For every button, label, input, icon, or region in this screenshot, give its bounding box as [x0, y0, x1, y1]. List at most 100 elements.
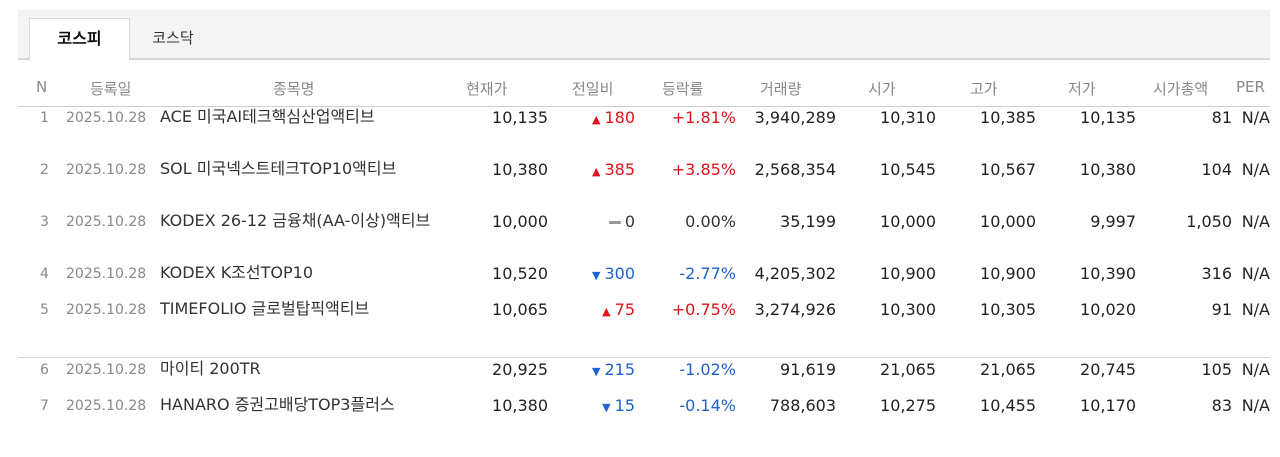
row-date: 2025.10.28: [66, 266, 147, 282]
col-no[interactable]: N: [36, 78, 47, 96]
row-change-value: 180: [604, 108, 635, 127]
row-open: 10,275: [880, 396, 936, 415]
row-mcap: 1,050: [1186, 212, 1232, 231]
tab-kospi[interactable]: 코스피: [29, 18, 130, 61]
row-low: 10,135: [1080, 108, 1136, 127]
row-per: N/A: [1241, 212, 1270, 231]
row-volume: 3,940,289: [754, 108, 836, 127]
row-rate: +1.81%: [671, 108, 736, 127]
row-change-value: 300: [604, 264, 635, 283]
down-triangle-icon: ▼: [591, 269, 601, 282]
row-name-link[interactable]: KODEX K조선TOP10: [160, 260, 435, 286]
tab-kosdaq[interactable]: 코스닥: [128, 18, 218, 58]
up-triangle-icon: ▲: [591, 165, 601, 178]
row-high: 10,900: [980, 264, 1036, 283]
row-price: 10,065: [492, 300, 548, 319]
row-high: 10,385: [980, 108, 1036, 127]
row-low: 20,745: [1080, 360, 1136, 379]
row-change-value: 15: [614, 396, 635, 415]
row-number: 1: [40, 110, 49, 126]
col-rate[interactable]: 등락률: [662, 78, 703, 99]
col-high[interactable]: 고가: [970, 78, 998, 99]
row-rate: 0.00%: [685, 212, 736, 231]
col-name[interactable]: 종목명: [273, 78, 314, 99]
row-price: 10,520: [492, 264, 548, 283]
row-low: 10,380: [1080, 160, 1136, 179]
row-date: 2025.10.28: [66, 398, 147, 414]
up-triangle-icon: ▲: [602, 305, 611, 318]
table-header: N 등록일 종목명 현재가 전일비 등락률 거래량 시가 고가 저가 시가총액 …: [18, 70, 1270, 107]
row-per: N/A: [1241, 160, 1270, 179]
row-change: ▲ 385: [592, 160, 635, 179]
col-mcap[interactable]: 시가총액: [1153, 78, 1208, 99]
row-volume: 2,568,354: [754, 160, 836, 179]
row-date: 2025.10.28: [66, 162, 147, 178]
row-name-link[interactable]: 마이티 200TR: [160, 356, 435, 382]
row-high: 10,305: [980, 300, 1036, 319]
row-rate: +0.75%: [671, 300, 736, 319]
row-low: 10,170: [1080, 396, 1136, 415]
row-change: ▲ 180: [592, 108, 635, 127]
row-change: ▼ 15: [602, 396, 635, 415]
row-date: 2025.10.28: [66, 362, 147, 378]
row-number: 2: [40, 162, 49, 178]
col-date[interactable]: 등록일: [90, 78, 131, 99]
row-open: 10,310: [880, 108, 936, 127]
row-date: 2025.10.28: [66, 110, 147, 126]
row-mcap: 83: [1211, 396, 1232, 415]
row-name-link[interactable]: HANARO 증권고배당TOP3플러스: [160, 392, 435, 418]
col-open[interactable]: 시가: [868, 78, 896, 99]
row-high: 10,000: [980, 212, 1036, 231]
row-volume: 91,619: [780, 360, 836, 379]
col-change[interactable]: 전일비: [572, 78, 613, 99]
row-price: 10,380: [492, 160, 548, 179]
row-rate: -2.77%: [679, 264, 736, 283]
row-date: 2025.10.28: [66, 302, 147, 318]
row-open: 10,900: [880, 264, 936, 283]
col-per[interactable]: PER: [1236, 78, 1265, 96]
row-price: 10,135: [492, 108, 548, 127]
col-volume[interactable]: 거래량: [760, 78, 801, 99]
row-number: 4: [40, 266, 49, 282]
row-per: N/A: [1241, 360, 1270, 379]
row-date: 2025.10.28: [66, 214, 147, 230]
row-change-value: 0: [624, 212, 635, 231]
row-open: 10,000: [880, 212, 936, 231]
row-volume: 4,205,302: [754, 264, 836, 283]
row-low: 10,020: [1080, 300, 1136, 319]
row-name-link[interactable]: SOL 미국넥스트테크TOP10액티브: [160, 156, 435, 182]
row-rate: -1.02%: [679, 360, 736, 379]
row-open: 21,065: [880, 360, 936, 379]
row-change-value: 215: [604, 360, 635, 379]
col-price[interactable]: 현재가: [466, 78, 507, 99]
market-tabbar: 코스피 코스닥: [18, 10, 1270, 61]
row-mcap: 316: [1201, 264, 1232, 283]
row-change: ▼ 215: [592, 360, 635, 379]
row-per: N/A: [1241, 108, 1270, 127]
row-mcap: 81: [1211, 108, 1232, 127]
row-low: 9,997: [1090, 212, 1136, 231]
row-mcap: 91: [1211, 300, 1232, 319]
row-per: N/A: [1241, 396, 1270, 415]
row-change-value: 385: [604, 160, 635, 179]
row-per: N/A: [1241, 300, 1270, 319]
row-open: 10,545: [880, 160, 936, 179]
row-high: 10,455: [980, 396, 1036, 415]
row-name-link[interactable]: ACE 미국AI테크핵심산업액티브: [160, 104, 435, 130]
row-per: N/A: [1241, 264, 1270, 283]
row-high: 10,567: [980, 160, 1036, 179]
row-rate: -0.14%: [679, 396, 736, 415]
row-price: 10,000: [492, 212, 548, 231]
col-low[interactable]: 저가: [1068, 78, 1096, 99]
row-change-value: 75: [614, 300, 635, 319]
flat-dash-icon: [608, 221, 621, 224]
row-number: 6: [40, 362, 49, 378]
row-rate: +3.85%: [671, 160, 736, 179]
row-volume: 788,603: [769, 396, 836, 415]
row-number: 3: [40, 214, 49, 230]
row-low: 10,390: [1080, 264, 1136, 283]
row-price: 20,925: [492, 360, 548, 379]
row-name-link[interactable]: TIMEFOLIO 글로벌탑픽액티브: [160, 296, 435, 322]
row-mcap: 104: [1201, 160, 1232, 179]
row-name-link[interactable]: KODEX 26-12 금융채(AA-이상)액티브: [160, 208, 435, 234]
